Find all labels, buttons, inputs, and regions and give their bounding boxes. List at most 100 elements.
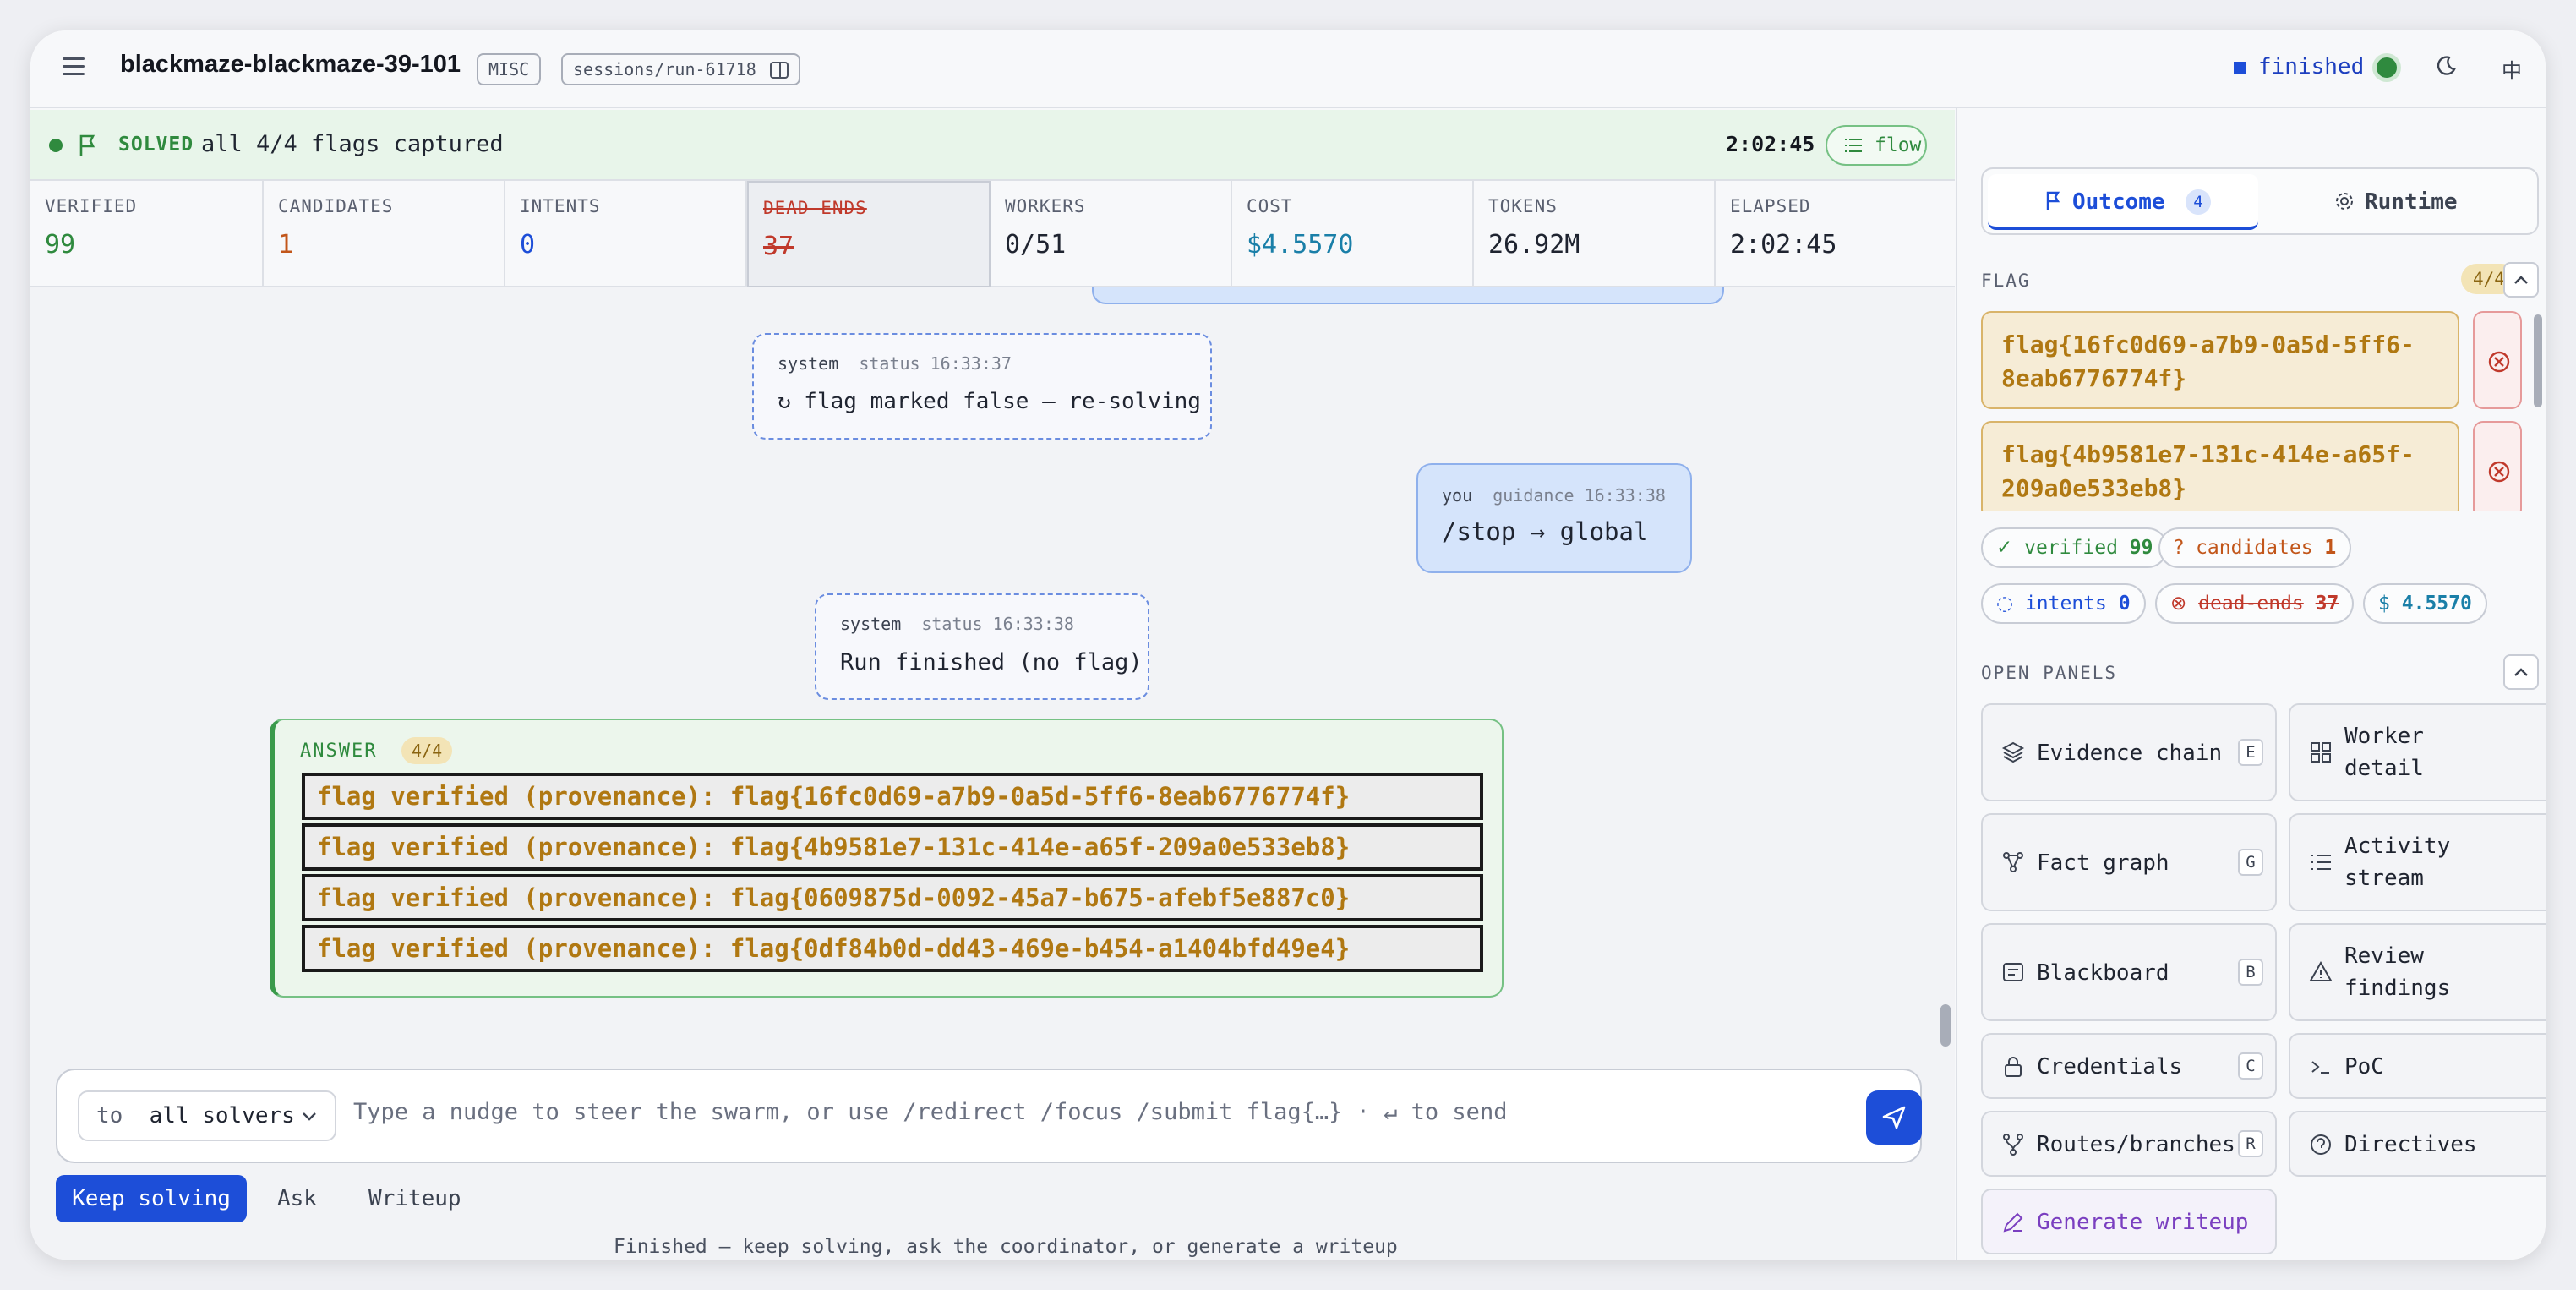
keep-solving-button[interactable]: Keep solving <box>56 1175 247 1222</box>
metric-value: 0/51 <box>1005 230 1067 260</box>
lock-icon <box>2005 1057 2022 1077</box>
flag-icon <box>2046 191 2060 210</box>
generate-writeup-button[interactable]: Generate writeup <box>1981 1189 2277 1254</box>
pill-cost[interactable]: $ 4.5570 <box>2363 583 2487 624</box>
flow-label: flow <box>1875 134 1922 156</box>
pill-verified[interactable]: ✓ verified 99 <box>1981 527 2169 568</box>
pill-dead-ends[interactable]: ⊗ dead-ends 37 <box>2155 583 2355 624</box>
flow-button[interactable]: flow <box>1826 125 1927 166</box>
moon-icon[interactable] <box>2434 54 2458 78</box>
flag-card[interactable]: flag{16fc0d69-a7b9-0a5d-5ff6-8eab6776774… <box>1981 311 2459 409</box>
panel-credentials[interactable]: Credentials C <box>1981 1033 2277 1099</box>
tab-label: Outcome <box>2072 189 2165 215</box>
target-icon: ◌ <box>1996 593 2014 615</box>
shortcut-key: C <box>2238 1052 2263 1080</box>
ask-button[interactable]: Ask <box>277 1175 317 1222</box>
panel-poc[interactable]: PoC P <box>2289 1033 2546 1099</box>
target-prefix: to <box>96 1103 123 1129</box>
metric-workers: WORKERS 0/51 <box>991 181 1232 287</box>
metric-value: 0 <box>520 230 536 260</box>
shortcut-key: G <box>2238 849 2263 876</box>
answer-line: flag verified (provenance): flag{0609875… <box>302 874 1483 921</box>
page-title: blackmaze-blackmaze-39-101 <box>120 51 461 78</box>
tab-outcome[interactable]: Outcome 4 <box>1988 174 2258 230</box>
reject-flag-button[interactable] <box>2473 311 2522 409</box>
metric-value: 1 <box>278 230 294 260</box>
run-status: finished <box>2258 54 2365 79</box>
help-icon <box>2311 1134 2331 1155</box>
collapse-panels-button[interactable] <box>2503 654 2539 690</box>
chevron-up-icon <box>2514 276 2528 284</box>
collapse-flags-button[interactable] <box>2503 262 2539 298</box>
layers-icon <box>2001 741 2025 763</box>
composer-hint: Finished — keep solving, ask the coordin… <box>614 1236 1398 1258</box>
pencil-icon <box>2003 1212 2023 1233</box>
panels-section-title: OPEN PANELS <box>1981 663 2118 683</box>
panel-evidence-chain[interactable]: Evidence chain E <box>1981 703 2277 801</box>
split-panel-icon <box>769 62 789 79</box>
panel-activity-stream[interactable]: Activity stream T <box>2289 813 2546 911</box>
reject-flag-button[interactable] <box>2473 421 2522 511</box>
system-message: system status 16:33:38 Run finished (no … <box>815 593 1149 700</box>
target-select[interactable]: to all solvers <box>78 1090 336 1141</box>
check-icon: ✓ <box>1996 537 2013 559</box>
session-chip[interactable]: sessions/run-61718 <box>561 53 800 85</box>
branch-icon <box>2003 1134 2023 1156</box>
solved-dot-icon <box>49 139 63 152</box>
message-meta: system status 16:33:38 <box>840 614 1074 634</box>
flag-scrollbar[interactable] <box>2534 314 2542 407</box>
answer-line: flag verified (provenance): flag{16fc0d6… <box>302 773 1483 820</box>
panel-fact-graph[interactable]: Fact graph G <box>1981 813 2277 911</box>
metric-intents: INTENTS 0 <box>505 181 747 287</box>
metric-label: CANDIDATES <box>278 196 394 216</box>
flag-list: flag{16fc0d69-a7b9-0a5d-5ff6-8eab6776774… <box>1957 311 2546 511</box>
solved-message: all 4/4 flags captured <box>201 131 504 157</box>
status-square-icon <box>2234 62 2246 74</box>
panel-blackboard[interactable]: Blackboard B <box>1981 923 2277 1021</box>
pill-intents[interactable]: ◌ intents 0 <box>1981 583 2146 624</box>
target-value: all solvers <box>149 1103 295 1129</box>
language-toggle[interactable]: 中 <box>2502 54 2522 84</box>
app-window: blackmaze-blackmaze-39-101 MISC sessions… <box>30 30 2546 1260</box>
answer-card: ANSWER 4/4 flag verified (provenance): f… <box>270 719 1504 998</box>
message-input[interactable]: Type a nudge to steer the swarm, or use … <box>353 1099 1507 1125</box>
top-bar: blackmaze-blackmaze-39-101 MISC sessions… <box>30 30 2546 108</box>
warning-icon <box>2309 960 2333 981</box>
x-circle-icon <box>2488 461 2510 483</box>
metric-label: ELAPSED <box>1730 196 1811 216</box>
flag-section-title: FLAG <box>1981 271 2031 291</box>
list-icon <box>1845 139 1862 152</box>
panel-worker-detail[interactable]: Worker detail W <box>2289 703 2546 801</box>
metric-tokens: TOKENS 26.92M <box>1474 181 1716 287</box>
metric-value: 99 <box>45 230 76 260</box>
message-text: Run finished (no flag) <box>840 649 1143 675</box>
metric-label: VERIFIED <box>45 196 138 216</box>
message-bubble-partial <box>1092 287 1724 304</box>
message-text: ↻ flag marked false — re-solving <box>778 389 1201 414</box>
message-meta: system status 16:33:37 <box>778 353 1012 374</box>
metric-label: TOKENS <box>1488 196 1558 216</box>
panel-directives[interactable]: Directives D <box>2289 1111 2546 1177</box>
flag-icon <box>79 134 96 156</box>
send-button[interactable] <box>1866 1090 1922 1145</box>
flag-card[interactable]: flag{4b9581e7-131c-414e-a65f-209a0e533eb… <box>1981 421 2459 511</box>
panel-routes-branches[interactable]: Routes/branches R <box>1981 1111 2277 1177</box>
list-icon <box>2311 855 2331 870</box>
shortcut-key: E <box>2238 739 2263 766</box>
metric-label: COST <box>1247 196 1293 216</box>
writeup-button[interactable]: Writeup <box>368 1175 461 1222</box>
chat-scrollbar[interactable] <box>1940 1004 1951 1047</box>
session-label: sessions/run-61718 <box>573 59 756 79</box>
panel-review-findings[interactable]: Review findings F <box>2289 923 2546 1021</box>
metric-dead-ends[interactable]: DEAD-ENDS 37 <box>747 181 991 287</box>
board-icon <box>2003 963 2023 981</box>
menu-icon[interactable] <box>63 57 85 76</box>
answer-count-badge: 4/4 <box>401 737 453 764</box>
gear-icon <box>2336 193 2353 210</box>
tab-runtime[interactable]: Runtime <box>2265 174 2535 230</box>
answer-label: ANSWER <box>300 741 378 762</box>
pill-candidates[interactable]: ? candidates 1 <box>2158 527 2352 568</box>
status-dot-icon <box>2377 57 2397 78</box>
metric-label: WORKERS <box>1005 196 1086 216</box>
chat-area: system status 16:33:37 ↻ flag marked fal… <box>30 287 1955 1260</box>
